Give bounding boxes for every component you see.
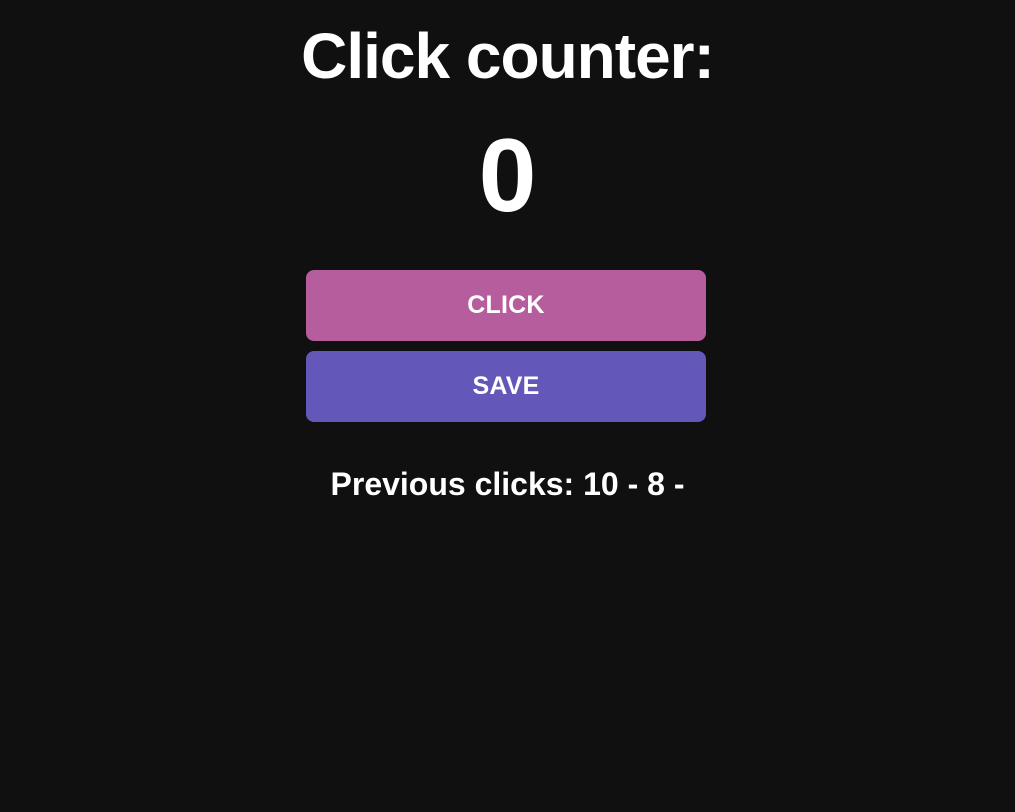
click-button[interactable]: CLICK — [306, 270, 706, 341]
counter-value: 0 — [478, 118, 537, 234]
click-counter-app: Click counter: 0 CLICK SAVE Previous cli… — [0, 0, 1015, 812]
page-title: Click counter: — [301, 20, 715, 92]
save-button[interactable]: SAVE — [306, 351, 706, 422]
previous-clicks-text: Previous clicks: 10 - 8 - — [330, 466, 685, 502]
